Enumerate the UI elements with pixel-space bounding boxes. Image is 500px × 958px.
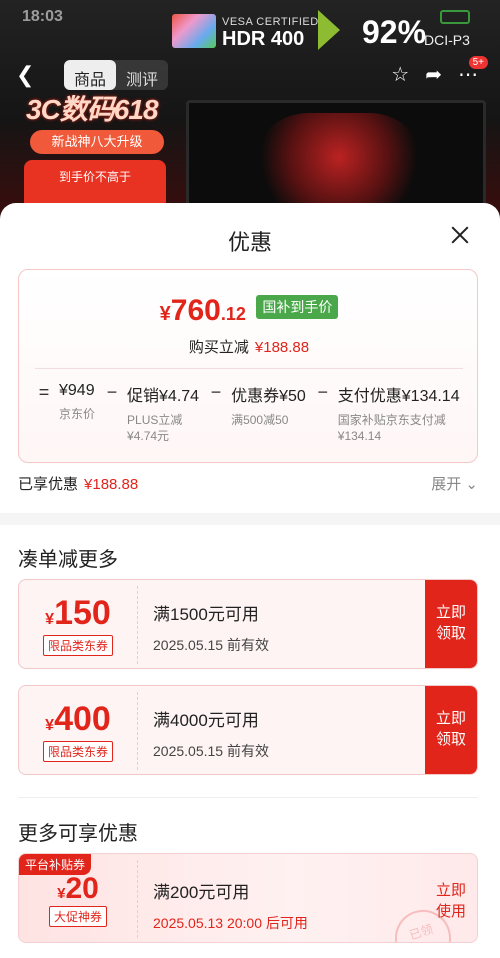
purchase-savings: 购买立减 ¥188.88 — [19, 336, 479, 357]
coupon-amount: ¥150 限品类东券 — [19, 580, 137, 668]
claim-coupon-button[interactable]: 立即 领取 — [425, 686, 477, 774]
divider — [18, 797, 478, 798]
coupon-info: 满4000元可用 2025.05.15 前有效 — [153, 706, 269, 761]
coupon-condition: 满1500元可用 — [153, 605, 259, 624]
coupon-yen: ¥ — [45, 611, 55, 628]
coupon-info: 满1500元可用 2025.05.15 前有效 — [153, 600, 269, 655]
claim-coupon-button[interactable]: 立即 领取 — [425, 580, 477, 668]
coupon-amount: ¥20 大促神券 — [19, 854, 137, 942]
close-icon[interactable] — [442, 217, 478, 253]
message-badge: 5+ — [468, 56, 488, 69]
vesa-hdr-logo — [172, 14, 216, 48]
hdr-level-text: HDR 400 — [222, 28, 305, 50]
final-price-dec: .12 — [220, 304, 246, 324]
coupon-validity: 2025.05.15 前有效 — [153, 637, 269, 653]
product-page-background: 18:03 VESA CERTIFIED HDR 400 92% DCI-P3 … — [0, 0, 500, 215]
final-price: ¥760.12 国补到手价 — [19, 294, 479, 328]
term-jd-price: ¥949 京东价 — [59, 382, 95, 422]
color-gamut-percent: 92% — [362, 14, 427, 50]
coupon-type-label: 大促神券 — [48, 906, 107, 927]
coupon-divider — [137, 586, 138, 664]
term-main: 促销¥4.74 — [127, 388, 200, 405]
term-sub: 满500减50 — [231, 413, 289, 427]
equals-sign: = — [38, 382, 50, 402]
coupon-condition: 满200元可用 — [153, 883, 250, 902]
battery-icon — [440, 10, 470, 24]
promo-pill: 新战神八大升级 — [30, 130, 164, 154]
color-gamut-icon — [318, 10, 340, 50]
discount-sheet: 优惠 ¥760.12 国补到手价 购买立减 ¥188.88 = ¥949 京东价 … — [0, 203, 500, 958]
share-icon[interactable]: ➦ — [425, 62, 442, 87]
final-price-int: 760 — [170, 294, 221, 327]
term-payment: 支付优惠¥134.14 国家补贴京东支付减 ¥134.14 — [338, 382, 460, 444]
coupon-divider — [137, 860, 138, 938]
expand-toggle[interactable]: 展开 ⌄ — [431, 473, 478, 494]
section-title-more-offers: 更多可享优惠 — [18, 823, 138, 845]
product-image-monitor — [186, 100, 486, 210]
enjoyed-label: 已享优惠 — [18, 476, 79, 493]
coupon-validity: 2025.05.15 前有效 — [153, 743, 269, 759]
savings-label: 购买立减 — [188, 339, 249, 356]
term-sub: 国家补贴京东支付减 ¥134.14 — [337, 413, 446, 443]
coupon-condition: 满4000元可用 — [153, 711, 259, 730]
use-coupon-button[interactable]: 立即 使用 — [425, 854, 477, 942]
divider — [35, 368, 463, 369]
enjoyed-amount: ¥188.88 — [84, 476, 139, 493]
status-time: 18:03 — [22, 8, 63, 25]
coupon-value: 150 — [54, 594, 111, 632]
hdr-cert-text: VESA CERTIFIED — [222, 16, 319, 28]
color-space-text: DCI-P3 — [424, 32, 470, 48]
term-coupon: 优惠券¥50 满500减50 — [231, 382, 306, 428]
sheet-title: 优惠 — [227, 230, 272, 255]
final-price-yen: ¥ — [159, 303, 171, 325]
section-title-more-deals: 凑单减更多 — [18, 549, 118, 571]
coupon-card: ¥150 限品类东券 满1500元可用 2025.05.15 前有效 立即 领取 — [18, 579, 478, 669]
price-breakdown: = ¥949 京东价 − 促销¥4.74 PLUS立减 ¥4.74元 − 优惠券… — [35, 382, 475, 444]
term-promotion: 促销¥4.74 PLUS立减 ¥4.74元 — [127, 382, 199, 444]
platform-coupon-card: 平台补贴券 ¥20 大促神券 满200元可用 2025.05.13 20:00 … — [18, 853, 478, 943]
enjoyed-discount: 已享优惠 ¥188.88 — [18, 473, 138, 494]
minus-sign: − — [317, 382, 329, 402]
coupon-value: 20 — [65, 872, 99, 905]
term-main: 支付优惠¥134.14 — [337, 388, 460, 405]
coupon-type-label: 限品类东券 — [42, 635, 113, 656]
minus-sign: − — [106, 382, 118, 402]
nav-actions: ☆ ➦ ⋯ — [391, 62, 478, 87]
subsidy-tag: 国补到手价 — [256, 295, 339, 319]
coupon-amount: ¥400 限品类东券 — [19, 686, 137, 774]
term-sub: PLUS立减 ¥4.74元 — [127, 413, 183, 443]
coupon-validity: 2025.05.13 20:00 后可用 — [153, 915, 308, 931]
promo-banner: 3C数码618 新战神八大升级 到手价不高于 — [14, 72, 166, 212]
coupon-info: 满200元可用 2025.05.13 20:00 后可用 — [153, 878, 308, 933]
coupon-value: 400 — [54, 700, 111, 738]
term-main: ¥949 — [59, 382, 95, 399]
coupon-yen: ¥ — [45, 717, 55, 734]
price-summary-card: ¥760.12 国补到手价 购买立减 ¥188.88 = ¥949 京东价 − 促… — [18, 269, 478, 463]
term-main: 优惠券¥50 — [231, 388, 306, 405]
coupon-divider — [137, 692, 138, 770]
coupon-card: ¥400 限品类东券 满4000元可用 2025.05.15 前有效 立即 领取 — [18, 685, 478, 775]
star-icon[interactable]: ☆ — [391, 62, 409, 87]
promo-title: 3C数码618 — [26, 94, 159, 125]
savings-amount: ¥188.88 — [254, 339, 310, 356]
section-gap — [0, 513, 500, 525]
term-sub: 京东价 — [59, 407, 96, 421]
minus-sign: − — [210, 382, 222, 402]
coupon-type-label: 限品类东券 — [42, 741, 113, 762]
